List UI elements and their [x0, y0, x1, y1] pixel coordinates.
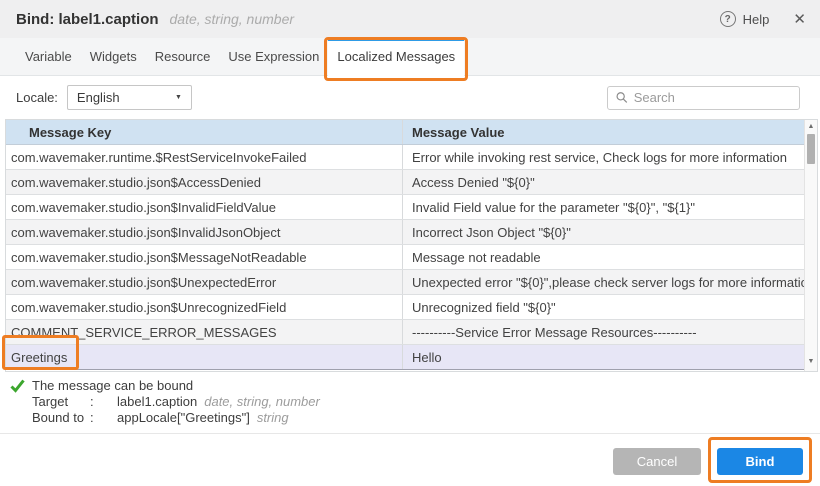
bound-to-label: Bound to — [32, 410, 90, 425]
message-key-cell: com.wavemaker.studio.json$InvalidJsonObj… — [6, 220, 403, 244]
message-key-cell: com.wavemaker.studio.json$UnrecognizedFi… — [6, 295, 403, 319]
dialog-title: Bind: label1.caption — [16, 11, 159, 28]
message-value-cell: Incorrect Json Object "${0}" — [403, 220, 817, 244]
message-key-cell: COMMENT_SERVICE_ERROR_MESSAGES — [6, 320, 403, 344]
table-row[interactable]: com.wavemaker.studio.json$InvalidJsonObj… — [6, 220, 817, 245]
check-icon — [10, 379, 32, 393]
table-row[interactable]: com.wavemaker.studio.json$InvalidFieldVa… — [6, 195, 817, 220]
table-row[interactable]: com.wavemaker.studio.json$AccessDeniedAc… — [6, 170, 817, 195]
cancel-button[interactable]: Cancel — [613, 448, 701, 475]
bound-to-value: appLocale["Greetings"] — [117, 410, 250, 425]
target-value: label1.caption — [117, 394, 197, 409]
dialog-subtitle: date, string, number — [170, 11, 295, 27]
active-tab-indicator — [328, 38, 464, 41]
scroll-down-icon[interactable]: ▼ — [805, 356, 817, 368]
target-types: date, string, number — [204, 394, 320, 409]
locale-toolbar: Locale: English ▼ — [0, 76, 820, 119]
tab-localized-messages[interactable]: Localized Messages — [328, 38, 464, 76]
help-icon: ? — [720, 11, 736, 27]
tab-variable[interactable]: Variable — [16, 38, 81, 75]
help-label: Help — [743, 12, 770, 27]
search-icon — [616, 91, 628, 104]
status-message: The message can be bound — [32, 378, 193, 393]
close-icon[interactable]: ✕ — [793, 12, 806, 27]
bind-button[interactable]: Bind — [717, 448, 803, 475]
target-label: Target — [32, 394, 90, 409]
message-value-cell: Invalid Field value for the parameter "$… — [403, 195, 817, 219]
search-input[interactable] — [634, 90, 791, 105]
table-row[interactable]: com.wavemaker.studio.json$MessageNotRead… — [6, 245, 817, 270]
message-value-cell: Unexpected error "${0}",please check ser… — [403, 270, 817, 294]
bind-dialog: Bind: label1.caption date, string, numbe… — [0, 0, 820, 486]
message-value-cell: Error while invoking rest service, Check… — [403, 145, 817, 169]
message-value-cell: ----------Service Error Message Resource… — [403, 320, 817, 344]
footer-divider — [0, 433, 820, 434]
chevron-down-icon: ▼ — [175, 94, 182, 101]
tab-resource[interactable]: Resource — [146, 38, 220, 75]
scroll-up-icon[interactable]: ▲ — [805, 121, 817, 133]
table-row[interactable]: GreetingsHello — [6, 345, 817, 370]
table-header: Message Key Message Value — [6, 120, 817, 145]
message-key-cell: com.wavemaker.studio.json$InvalidFieldVa… — [6, 195, 403, 219]
message-key-cell: com.wavemaker.runtime.$RestServiceInvoke… — [6, 145, 403, 169]
bind-status-panel: The message can be bound Target : label1… — [0, 378, 820, 426]
message-key-cell: Greetings — [6, 345, 403, 369]
tab-bar: Variable Widgets Resource Use Expression… — [0, 38, 820, 76]
table-row[interactable]: com.wavemaker.runtime.$RestServiceInvoke… — [6, 145, 817, 170]
help-button[interactable]: ? Help — [720, 11, 770, 27]
scrollbar-thumb[interactable] — [807, 134, 815, 164]
column-header-message-value: Message Value — [403, 120, 817, 144]
column-header-message-key: Message Key — [6, 120, 403, 144]
messages-table: Message Key Message Value com.wavemaker.… — [5, 119, 818, 372]
message-value-cell: Access Denied "${0}" — [403, 170, 817, 194]
locale-selected-value: English — [77, 90, 120, 105]
bound-to-type: string — [257, 410, 289, 425]
message-value-cell: Unrecognized field "${0}" — [403, 295, 817, 319]
table-scrollbar[interactable]: ▲ ▼ — [804, 120, 817, 371]
table-row[interactable]: COMMENT_SERVICE_ERROR_MESSAGES----------… — [6, 320, 817, 345]
locale-select[interactable]: English ▼ — [67, 85, 192, 110]
dialog-header: Bind: label1.caption date, string, numbe… — [0, 0, 820, 38]
table-row[interactable]: com.wavemaker.studio.json$UnexpectedErro… — [6, 270, 817, 295]
tab-use-expression[interactable]: Use Expression — [219, 38, 328, 75]
table-row[interactable]: com.wavemaker.studio.json$UnrecognizedFi… — [6, 295, 817, 320]
tab-widgets[interactable]: Widgets — [81, 38, 146, 75]
search-box[interactable] — [607, 86, 800, 110]
message-key-cell: com.wavemaker.studio.json$AccessDenied — [6, 170, 403, 194]
message-key-cell: com.wavemaker.studio.json$MessageNotRead… — [6, 245, 403, 269]
locale-label: Locale: — [16, 90, 58, 105]
message-key-cell: com.wavemaker.studio.json$UnexpectedErro… — [6, 270, 403, 294]
message-value-cell: Message not readable — [403, 245, 817, 269]
table-body: com.wavemaker.runtime.$RestServiceInvoke… — [6, 145, 817, 370]
message-value-cell: Hello — [403, 345, 817, 369]
